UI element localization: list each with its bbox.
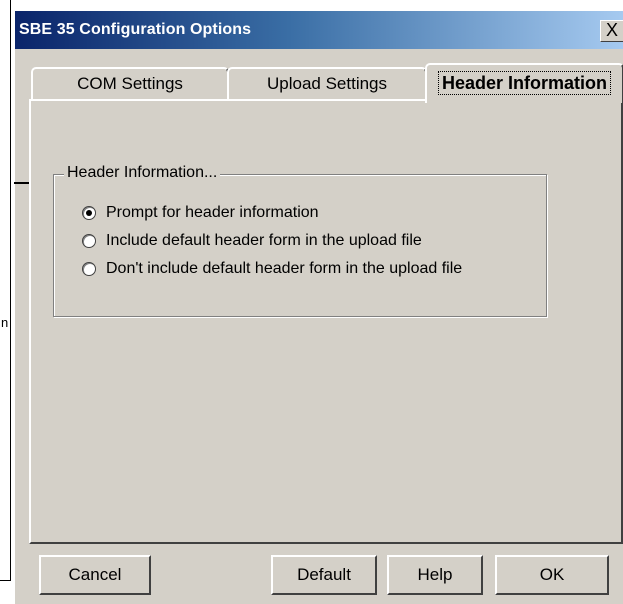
radio-checked-icon[interactable] — [82, 206, 96, 220]
tab-label: Header Information — [437, 71, 612, 95]
radio-include-default-header[interactable]: Include default header form in the uploa… — [82, 231, 422, 251]
window-title: SBE 35 Configuration Options — [19, 21, 252, 38]
tab-panel: Header Information... Prompt for header … — [29, 99, 623, 544]
radio-unchecked-icon[interactable] — [82, 234, 96, 248]
header-information-group: Header Information... Prompt for header … — [53, 164, 547, 317]
help-button[interactable]: Help — [387, 555, 483, 595]
cancel-button[interactable]: Cancel — [39, 555, 151, 595]
radio-label: Don't include default header form in the… — [106, 260, 463, 277]
tab-com-settings[interactable]: COM Settings — [31, 67, 229, 101]
close-button[interactable]: X — [600, 20, 623, 42]
button-label: Default — [297, 565, 351, 584]
tab-header-information[interactable]: Header Information — [425, 63, 623, 103]
callout-box: n — [0, 0, 11, 581]
title-bar[interactable]: SBE 35 Configuration Options X — [15, 11, 623, 49]
radio-label: Include default header form in the uploa… — [106, 232, 422, 249]
ok-button[interactable]: OK — [495, 555, 609, 595]
close-icon: X — [605, 20, 618, 40]
dialog-window: SBE 35 Configuration Options X COM Setti… — [14, 10, 623, 604]
button-label: OK — [539, 565, 565, 584]
button-label: Help — [417, 565, 453, 584]
radio-label: Prompt for header information — [106, 204, 319, 221]
default-button[interactable]: Default — [271, 555, 377, 595]
tab-upload-settings[interactable]: Upload Settings — [227, 67, 427, 101]
button-label: Cancel — [68, 565, 122, 584]
callout-text: n — [1, 315, 9, 330]
tab-label: COM Settings — [77, 74, 183, 93]
radio-exclude-default-header[interactable]: Don't include default header form in the… — [82, 259, 462, 279]
radio-prompt-header[interactable]: Prompt for header information — [82, 203, 319, 223]
group-legend: Header Information... — [64, 164, 221, 182]
tab-label: Upload Settings — [266, 74, 388, 93]
radio-unchecked-icon[interactable] — [82, 262, 96, 276]
